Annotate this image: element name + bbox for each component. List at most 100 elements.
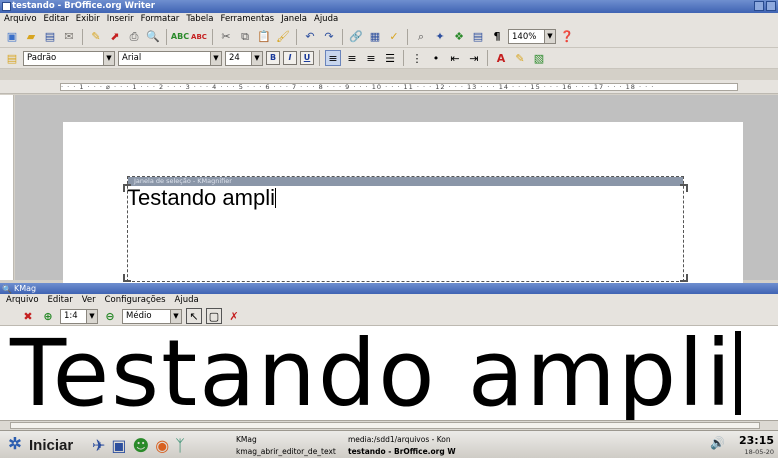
writer-titlebar[interactable]: testando - BrOffice.org Writer (0, 0, 778, 13)
horizontal-scrollbar[interactable] (0, 420, 778, 430)
kmag-mode-combo[interactable]: Médio ▼ (122, 308, 182, 324)
align-left-icon[interactable]: ≡ (325, 50, 341, 66)
chevron-down-icon[interactable]: ▼ (251, 51, 262, 65)
bold-button[interactable]: B (266, 51, 280, 65)
redo-icon[interactable]: ↷ (321, 29, 337, 45)
export-pdf-icon[interactable]: ⬈ (107, 29, 123, 45)
kmag-menu-arquivo[interactable]: Arquivo (6, 294, 39, 307)
clock[interactable]: 23:15 (739, 434, 774, 447)
maximize-button[interactable] (766, 1, 776, 11)
paste-icon[interactable]: 📋 (256, 29, 272, 45)
resize-handle[interactable] (680, 274, 688, 282)
gallery-icon[interactable]: ❖ (451, 29, 467, 45)
paragraph-style-combo[interactable]: Padrão ▼ (23, 50, 115, 66)
selection-window-icon[interactable]: ▢ (206, 308, 222, 324)
chevron-down-icon[interactable]: ▼ (86, 309, 97, 323)
email-icon[interactable]: ✉ (61, 29, 77, 45)
cut-icon[interactable]: ✂ (218, 29, 234, 45)
writer-menubar: Arquivo Editar Exibir Inserir Formatar T… (0, 13, 778, 26)
start-button[interactable]: ✲ Iniciar (4, 434, 73, 456)
menu-exibir[interactable]: Exibir (76, 13, 100, 26)
minimize-button[interactable] (754, 1, 764, 11)
help-icon[interactable]: ❓ (559, 29, 575, 45)
find-replace-icon[interactable]: ⌕ (413, 29, 429, 45)
menu-ferramentas[interactable]: Ferramentas (221, 13, 275, 26)
vertical-ruler[interactable] (0, 95, 14, 280)
scrollbar-thumb[interactable] (10, 422, 760, 429)
spellcheck-icon[interactable]: ABC (171, 29, 189, 45)
hide-cursor-icon[interactable]: ✗ (226, 308, 242, 324)
browser-icon[interactable]: ◉ (155, 436, 169, 455)
edit-file-icon[interactable]: ✎ (88, 29, 104, 45)
bullets-icon[interactable]: • (428, 50, 444, 66)
font-size-combo[interactable]: 24 ▼ (225, 50, 263, 66)
resize-handle[interactable] (680, 184, 688, 192)
background-color-icon[interactable]: ▧ (531, 50, 547, 66)
italic-button[interactable]: I (283, 51, 297, 65)
autospellcheck-icon[interactable]: ABC (191, 29, 207, 45)
date: 18-05-20 (744, 448, 774, 456)
menu-inserir[interactable]: Inserir (107, 13, 134, 26)
messenger-icon[interactable]: ☻ (133, 436, 150, 455)
copy-icon[interactable]: ⧉ (237, 29, 253, 45)
horizontal-ruler[interactable]: · · · 1 · · · ⌀ · · · 1 · · · 2 · · · 3 … (0, 80, 778, 94)
kmag-menu-editar[interactable]: Editar (48, 294, 73, 307)
navigator-icon[interactable]: ✦ (432, 29, 448, 45)
document-text[interactable]: Testando ampli (127, 185, 276, 211)
hyperlink-icon[interactable]: 🔗 (348, 29, 364, 45)
kmag-menu-ajuda[interactable]: Ajuda (175, 294, 199, 307)
chevron-down-icon[interactable]: ▼ (170, 309, 181, 323)
menu-ajuda[interactable]: Ajuda (314, 13, 338, 26)
kmag-menu-ver[interactable]: Ver (82, 294, 96, 307)
chevron-down-icon[interactable]: ▼ (544, 30, 555, 43)
nonprinting-characters-icon[interactable]: ¶ (489, 29, 505, 45)
undo-icon[interactable]: ↶ (302, 29, 318, 45)
kmag-titlebar[interactable]: 🔍 KMag (0, 283, 778, 294)
new-document-icon[interactable]: ▣ (4, 29, 20, 45)
kmag-zoom-combo[interactable]: 1:4 ▼ (60, 308, 98, 324)
kmag-menu-configuracoes[interactable]: Configurações (105, 294, 166, 307)
print-preview-icon[interactable]: 🔍 (145, 29, 161, 45)
chevron-down-icon[interactable]: ▼ (103, 51, 114, 65)
align-right-icon[interactable]: ≡ (363, 50, 379, 66)
pin-icon[interactable]: ✈ (92, 436, 105, 455)
highlighting-icon[interactable]: ✎ (512, 50, 528, 66)
paragraph-style-value: Padrão (27, 53, 57, 63)
menu-tabela[interactable]: Tabela (186, 13, 213, 26)
chevron-down-icon[interactable]: ▼ (210, 51, 221, 65)
zoom-combo[interactable]: 140% ▼ (508, 29, 556, 44)
save-icon[interactable]: ▤ (42, 29, 58, 45)
task-kmag[interactable]: KMag (236, 434, 257, 445)
font-name-combo[interactable]: Arial ▼ (118, 50, 222, 66)
open-folder-icon[interactable]: ▰ (23, 29, 39, 45)
menu-janela[interactable]: Janela (281, 13, 307, 26)
data-sources-icon[interactable]: ▤ (470, 29, 486, 45)
task-kmag-editor[interactable]: kmag_abrir_editor_de_texto (236, 446, 336, 457)
format-paintbrush-icon[interactable]: 🖌 (275, 29, 291, 45)
styles-formatting-icon[interactable]: ▤ (4, 50, 20, 66)
decrease-indent-icon[interactable]: ⇤ (447, 50, 463, 66)
desktop-icon[interactable]: ▣ (111, 436, 126, 455)
close-window-icon[interactable]: ✖ (20, 308, 36, 324)
print-icon[interactable]: ⎙ (126, 29, 142, 45)
justify-icon[interactable]: ☰ (382, 50, 398, 66)
increase-indent-icon[interactable]: ⇥ (466, 50, 482, 66)
draw-functions-icon[interactable]: ✓ (386, 29, 402, 45)
zoom-in-icon[interactable]: ⊕ (40, 308, 56, 324)
font-color-icon[interactable]: A (493, 50, 509, 66)
menu-arquivo[interactable]: Arquivo (4, 13, 37, 26)
table-icon[interactable]: ▦ (367, 29, 383, 45)
remote-icon[interactable]: ᛉ (175, 436, 185, 455)
task-konqueror[interactable]: media:/sdd1/arquivos - Kon (348, 434, 451, 445)
underline-button[interactable]: U (300, 51, 314, 65)
follow-mouse-icon[interactable]: ↖ (186, 308, 202, 324)
menu-editar[interactable]: Editar (44, 13, 69, 26)
task-writer[interactable]: testando - BrOffice.org W (348, 446, 456, 457)
kmag-menubar: Arquivo Editar Ver Configurações Ajuda (0, 294, 778, 307)
align-center-icon[interactable]: ≡ (344, 50, 360, 66)
resize-handle[interactable] (123, 274, 131, 282)
zoom-out-icon[interactable]: ⊖ (102, 308, 118, 324)
system-tray[interactable]: 🔊 (710, 436, 725, 450)
menu-formatar[interactable]: Formatar (141, 13, 180, 26)
numbering-icon[interactable]: ⋮ (409, 50, 425, 66)
